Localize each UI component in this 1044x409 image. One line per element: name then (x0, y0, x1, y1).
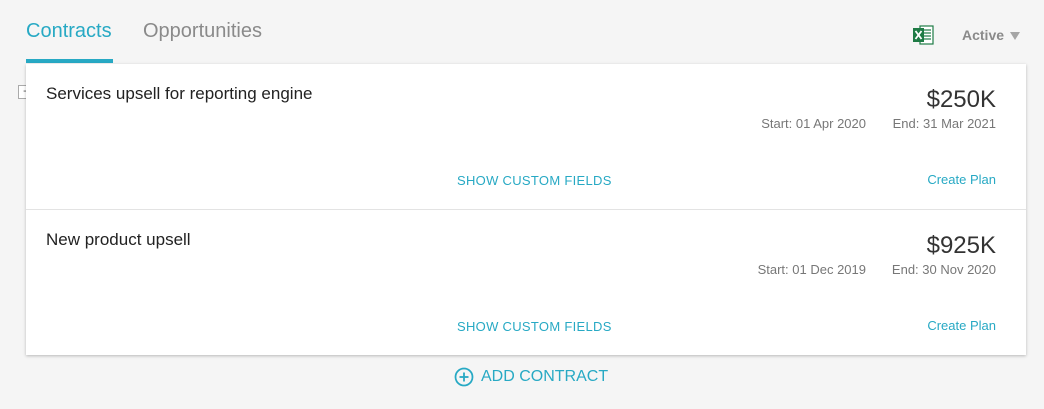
contract-value: $250K (926, 86, 996, 113)
tab-contracts[interactable]: Contracts (26, 20, 112, 43)
contract-row: New product upsell $925K Start: 01 Dec 2… (26, 209, 1026, 355)
add-contract-label: ADD CONTRACT (481, 368, 609, 385)
add-circle-icon (454, 367, 474, 387)
contract-value: $925K (926, 232, 996, 259)
excel-export-icon[interactable] (912, 24, 934, 46)
show-custom-fields-link[interactable]: SHOW CUSTOM FIELDS (457, 319, 612, 334)
contracts-card: Services upsell for reporting engine $25… (26, 64, 1026, 355)
status-filter-dropdown[interactable]: Active (962, 27, 1021, 43)
create-plan-link[interactable]: Create Plan (927, 318, 996, 333)
contract-start-date: Start: 01 Apr 2020 (761, 116, 866, 131)
contract-name: Services upsell for reporting engine (46, 84, 313, 103)
contract-name: New product upsell (46, 230, 191, 249)
tab-opportunities[interactable]: Opportunities (143, 20, 262, 43)
contract-end-date: End: 31 Mar 2021 (892, 116, 996, 131)
status-filter-label: Active (962, 27, 1005, 43)
contract-end-date: End: 30 Nov 2020 (891, 262, 996, 277)
contract-row: Services upsell for reporting engine $25… (26, 64, 1026, 209)
show-custom-fields-link[interactable]: SHOW CUSTOM FIELDS (457, 173, 612, 188)
caret-down-icon (1010, 32, 1021, 41)
active-tab-indicator (26, 59, 113, 63)
create-plan-link[interactable]: Create Plan (927, 172, 996, 187)
add-contract-button[interactable]: ADD CONTRACT (454, 366, 608, 388)
contract-start-date: Start: 01 Dec 2019 (757, 262, 866, 277)
